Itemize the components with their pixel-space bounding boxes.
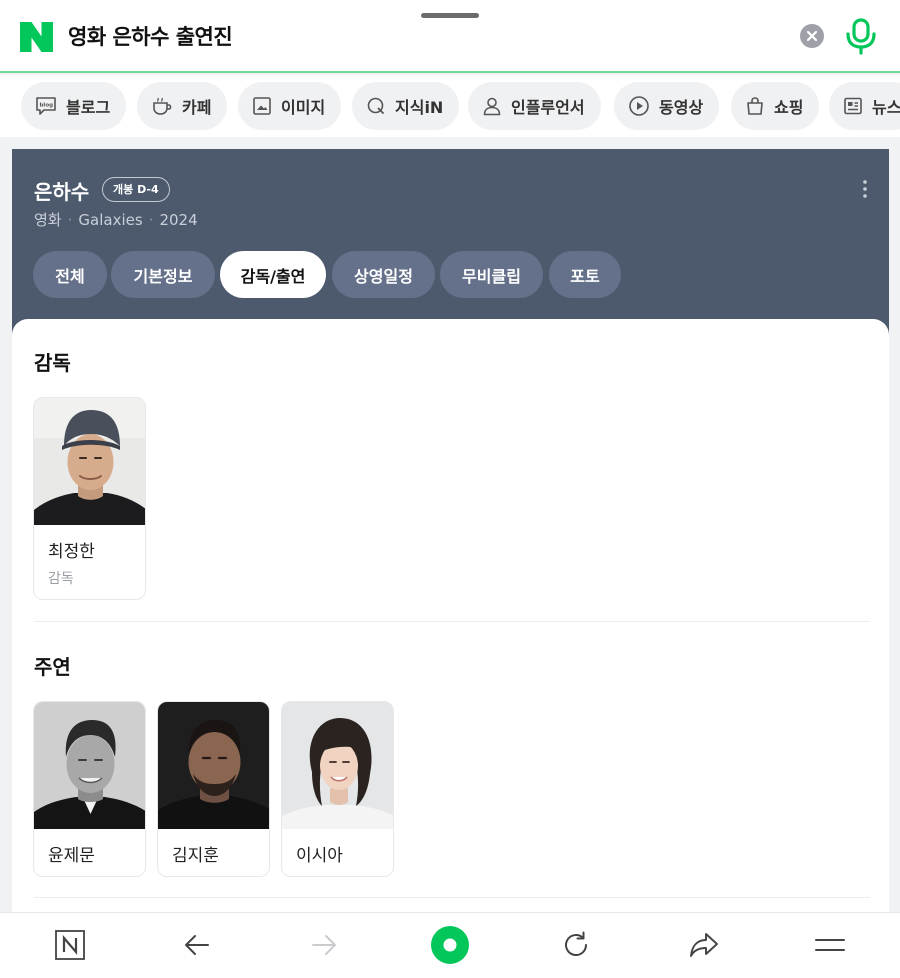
chip-label: 동영상	[659, 98, 704, 117]
forward-icon	[312, 935, 336, 955]
tab-director-cast[interactable]: 감독/출연	[220, 251, 326, 298]
person-name: 김지훈	[172, 846, 219, 866]
chip-label: 뉴스	[872, 98, 900, 117]
person-icon	[483, 97, 501, 116]
naver-home-icon	[55, 930, 85, 960]
naver-home-button[interactable]	[52, 927, 88, 963]
cast-section-title: 주연	[34, 655, 71, 679]
chip-kin[interactable]: 지식iN	[352, 82, 460, 130]
chip-label: 블로그	[66, 98, 111, 117]
chip-label: 이미지	[281, 98, 326, 117]
chip-image[interactable]: 이미지	[238, 82, 342, 130]
section-divider	[34, 897, 870, 898]
director-photo	[34, 398, 145, 525]
person-card-cast-2[interactable]: 김지훈	[157, 701, 270, 877]
chip-label: 인플루언서	[511, 98, 585, 117]
chip-influencer[interactable]: 인플루언서	[468, 82, 601, 130]
person-name: 윤제문	[48, 846, 95, 866]
movie-type: 영화	[34, 211, 62, 229]
share-icon	[690, 933, 718, 957]
chip-blog[interactable]: blog 블로그	[21, 82, 127, 130]
refresh-button[interactable]	[558, 927, 594, 963]
chip-video[interactable]: 동영상	[614, 82, 720, 130]
share-button[interactable]	[686, 927, 722, 963]
chip-label: 카페	[182, 98, 212, 117]
movie-title[interactable]: 은하수	[34, 176, 89, 205]
chip-shopping[interactable]: 쇼핑	[731, 82, 820, 130]
back-icon	[185, 935, 209, 955]
close-icon	[806, 30, 818, 42]
more-options-icon[interactable]	[860, 179, 870, 199]
tab-showtimes[interactable]: 상영일정	[332, 251, 435, 298]
back-button[interactable]	[179, 927, 215, 963]
category-chips: blog 블로그 카페 이미지 지식iN 인플루언서 동영상 쇼핑 뉴스	[0, 75, 900, 137]
refresh-icon	[565, 931, 587, 956]
green-dot-button[interactable]	[430, 925, 470, 965]
clear-search-button[interactable]	[800, 24, 824, 48]
chip-news[interactable]: 뉴스	[829, 82, 900, 130]
chip-label: 쇼핑	[774, 98, 804, 117]
naver-logo-icon[interactable]	[20, 22, 53, 52]
green-dot-icon	[431, 926, 469, 964]
image-icon	[253, 97, 271, 115]
menu-button[interactable]	[812, 927, 848, 963]
actor-photo	[282, 702, 393, 829]
chip-label: 지식iN	[395, 98, 444, 117]
section-divider	[34, 621, 870, 622]
microphone-icon[interactable]	[843, 17, 879, 55]
person-card-cast-3[interactable]: 이시아	[281, 701, 394, 877]
tab-all[interactable]: 전체	[33, 251, 107, 298]
release-badge: 개봉 D-4	[102, 177, 170, 202]
person-card-cast-1[interactable]: 윤제문	[33, 701, 146, 877]
browser-toolbar	[0, 912, 900, 978]
grab-handle[interactable]	[421, 13, 479, 18]
person-card-director[interactable]: 최정한 감독	[33, 397, 146, 600]
tab-basic-info[interactable]: 기본정보	[111, 251, 215, 298]
news-icon	[844, 97, 862, 115]
movie-english-title: Galaxies	[78, 211, 143, 229]
cup-icon	[153, 97, 172, 115]
tab-photos[interactable]: 포토	[549, 251, 621, 298]
shopping-bag-icon	[747, 97, 763, 115]
cast-content: 감독 최정한 감독 주연 윤제문 김지훈 이시아	[12, 319, 889, 959]
person-name: 최정한	[48, 542, 95, 562]
person-role: 감독	[48, 571, 74, 587]
svg-text:blog: blog	[40, 103, 54, 109]
blog-icon: blog	[36, 97, 56, 115]
movie-year: 2024	[159, 211, 198, 229]
play-icon	[629, 96, 649, 116]
person-name: 이시아	[296, 846, 343, 866]
chip-cafe[interactable]: 카페	[137, 82, 228, 130]
director-section-title: 감독	[34, 351, 71, 375]
movie-meta: 영화 · Galaxies · 2024	[34, 211, 198, 229]
actor-photo	[158, 702, 269, 829]
search-query[interactable]: 영화 은하수 출연진	[68, 22, 233, 52]
forward-button[interactable]	[306, 927, 342, 963]
actor-photo	[34, 702, 145, 829]
search-header: 영화 은하수 출연진	[0, 0, 900, 73]
tab-movie-clips[interactable]: 무비클립	[440, 251, 543, 298]
movie-card: 은하수 개봉 D-4 영화 · Galaxies · 2024 전체 기본정보 감독/출…	[12, 149, 889, 959]
q-icon	[367, 97, 384, 114]
menu-icon	[815, 939, 845, 951]
